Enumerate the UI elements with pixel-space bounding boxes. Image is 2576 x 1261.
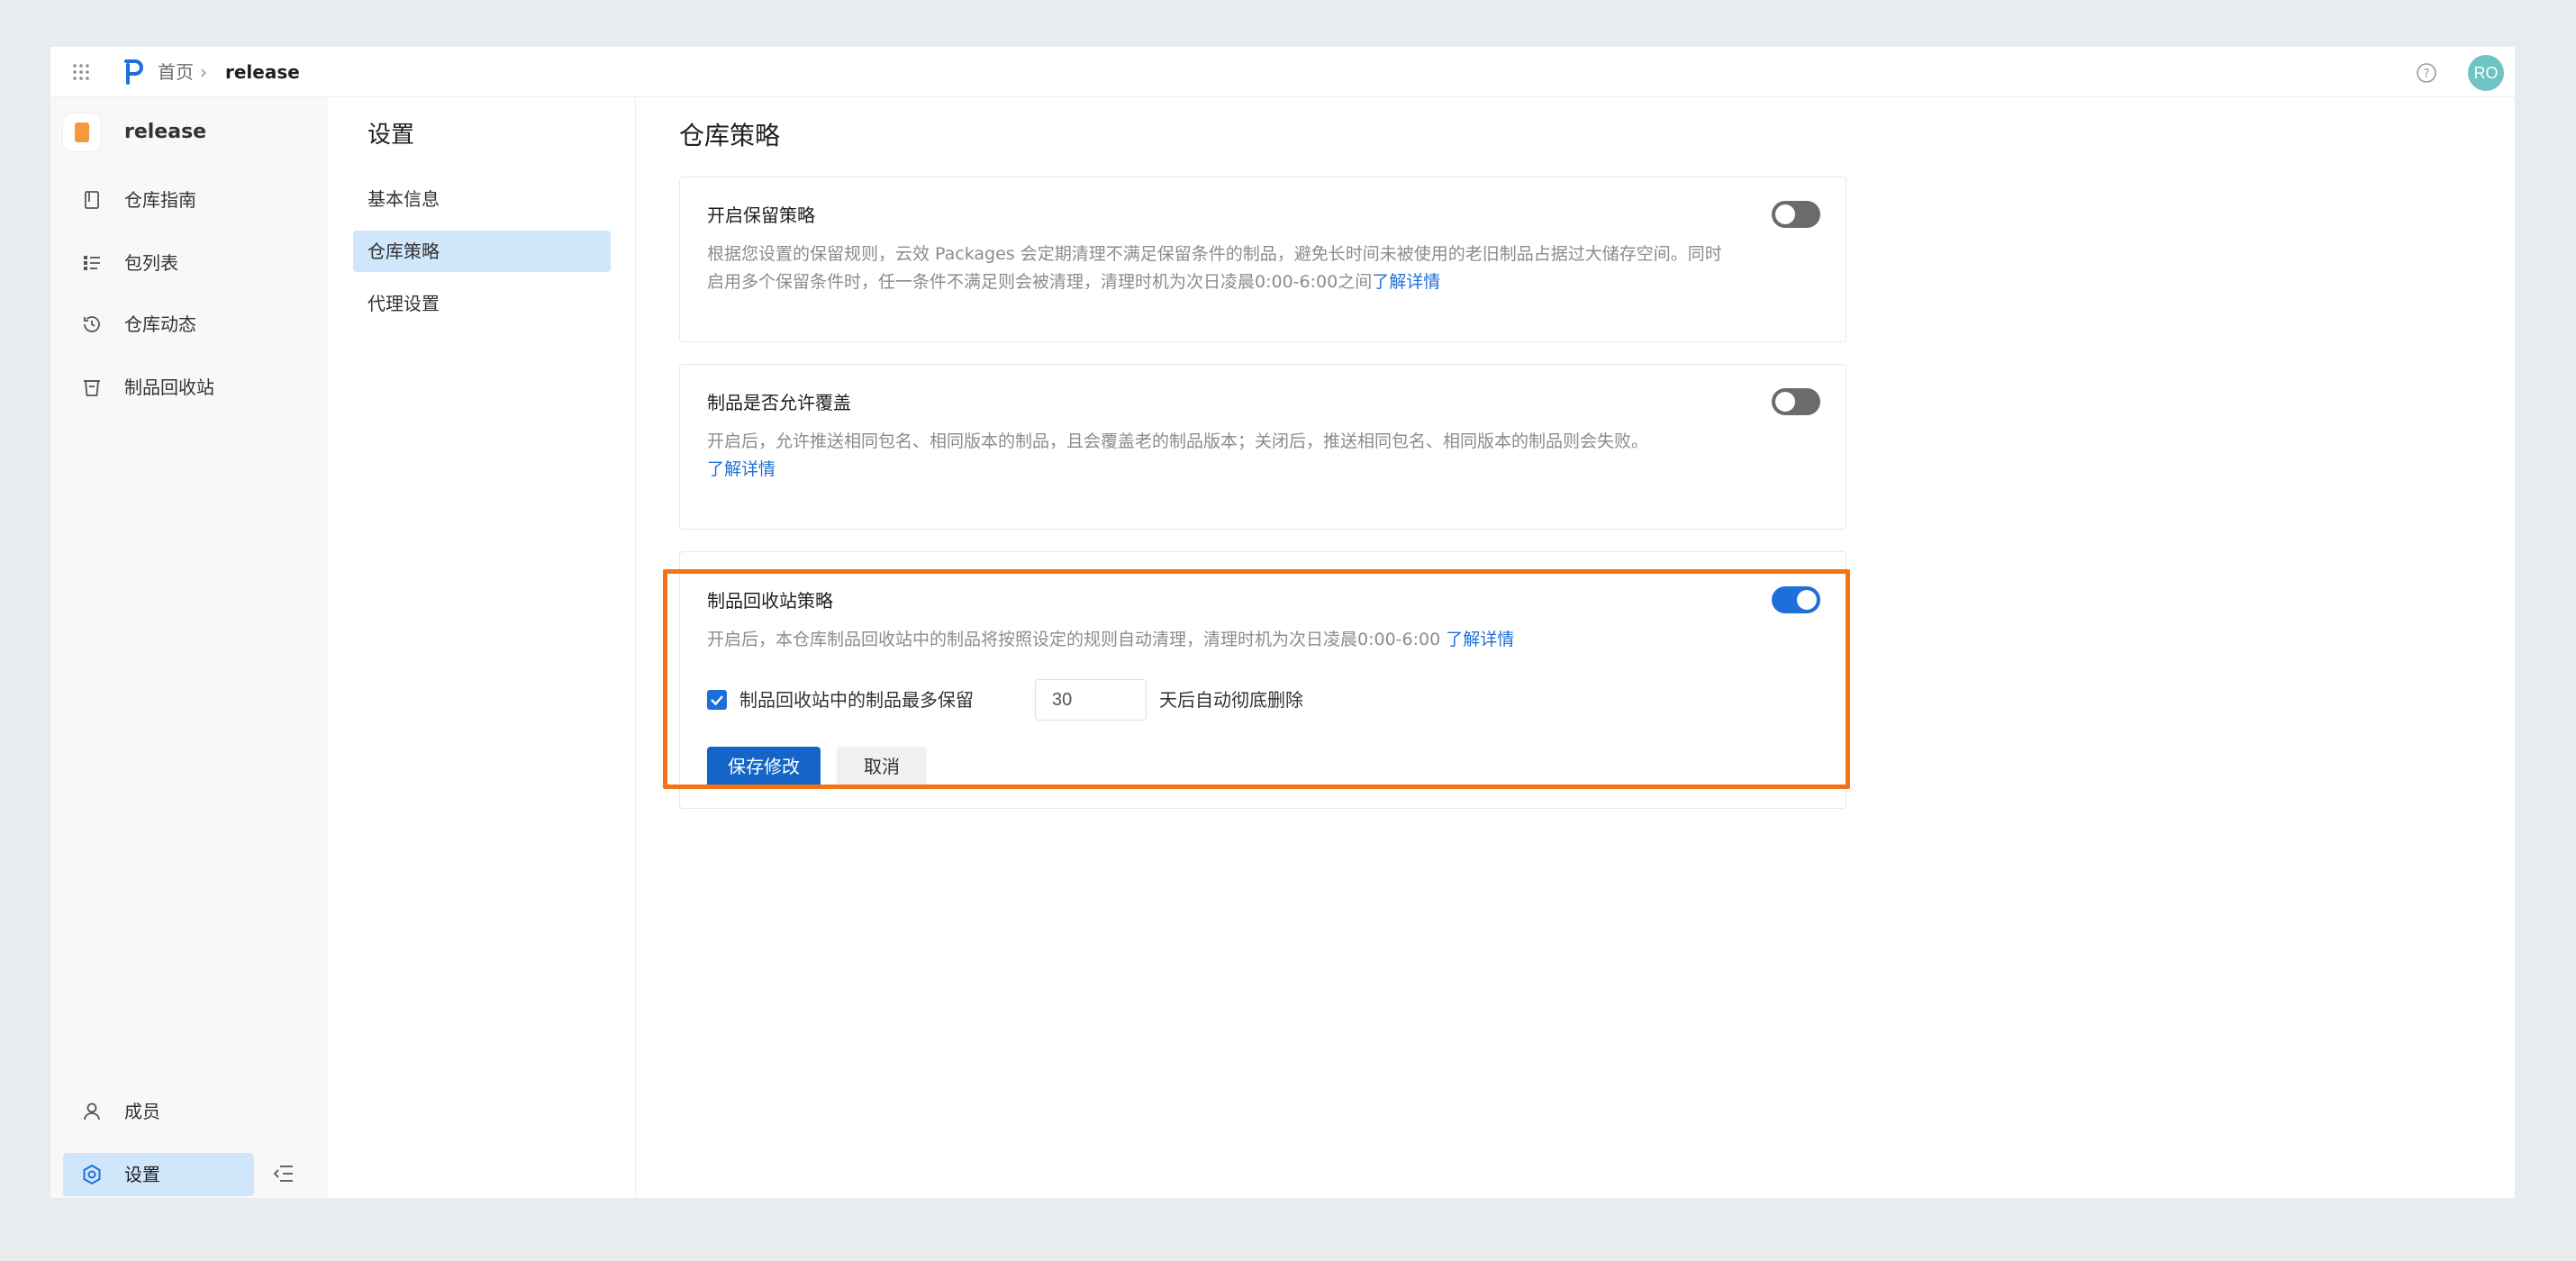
book-icon: [85, 191, 99, 209]
card-description-line: 开启后，本仓库制品回收站中的制品将按照设定的规则自动清理，清理时机为次日凌晨0:…: [707, 630, 1441, 649]
card-description: 开启后，本仓库制品回收站中的制品将按照设定的规则自动清理，清理时机为次日凌晨0:…: [707, 626, 1788, 654]
allow-overwrite-toggle[interactable]: [1772, 388, 1820, 415]
card-title: 制品是否允许覆盖: [707, 392, 851, 413]
recycle-bin-policy-card: 制品回收站策略 开启后，本仓库制品回收站中的制品将按照设定的规则自动清理，清理时…: [679, 551, 1846, 809]
retention-days-input[interactable]: [1035, 679, 1147, 721]
sidebar-item-guide[interactable]: 仓库指南: [63, 178, 308, 222]
repo-icon: [63, 113, 101, 151]
breadcrumb-current: release: [225, 61, 300, 83]
tab-basic-info[interactable]: 基本信息: [353, 178, 611, 220]
avatar[interactable]: RO: [2468, 55, 2504, 91]
collapse-sidebar-icon[interactable]: [272, 1162, 295, 1185]
card-description: 根据您设置的保留规则，云效 Packages 会定期清理不满足保留条件的制品，避…: [707, 240, 1788, 296]
settings-title: 设置: [367, 122, 415, 149]
tab-proxy-settings[interactable]: 代理设置: [353, 283, 611, 324]
sidebar-item-label: 包列表: [124, 252, 178, 274]
history-icon: [84, 316, 100, 332]
sidebar-item-recycle-bin[interactable]: 制品回收站: [63, 366, 308, 409]
page-title: 仓库策略: [679, 121, 781, 150]
breadcrumb-separator: ›: [200, 61, 207, 83]
sidebar-item-label: 仓库动态: [124, 313, 196, 335]
tab-label: 代理设置: [367, 293, 440, 314]
repo-name: release: [124, 121, 207, 143]
sidebar-item-label: 设置: [124, 1164, 160, 1185]
sidebar-item-label: 成员: [124, 1101, 160, 1122]
sidebar-item-label: 仓库指南: [124, 189, 196, 211]
user-icon: [84, 1102, 100, 1120]
retention-checkbox[interactable]: [707, 690, 727, 710]
card-description: 开启后，允许推送相同包名、相同版本的制品，且会覆盖老的制品版本；关闭后，推送相同…: [707, 428, 1788, 484]
retention-label: 制品回收站中的制品最多保留: [739, 689, 974, 711]
breadcrumb-home[interactable]: 首页: [158, 59, 194, 85]
svg-text:?: ?: [2424, 68, 2430, 81]
app-window: 首页 › release ? RO release 仓库指南 包列表 仓库动态: [50, 47, 2515, 1198]
tab-repo-policy[interactable]: 仓库策略: [353, 231, 611, 272]
recycle-bin-policy-toggle[interactable]: [1772, 586, 1820, 613]
logo-icon[interactable]: [122, 59, 144, 85]
card-description-line: 开启后，允许推送相同包名、相同版本的制品，且会覆盖老的制品版本；关闭后，推送相同…: [707, 431, 1649, 451]
card-description-line: 根据您设置的保留规则，云效 Packages 会定期清理不满足保留条件的制品，避…: [707, 244, 1722, 264]
check-icon: [711, 695, 723, 706]
card-title: 开启保留策略: [707, 204, 815, 226]
grid-apps-icon[interactable]: [70, 61, 92, 83]
learn-more-link[interactable]: 了解详情: [1372, 272, 1440, 292]
tab-label: 仓库策略: [367, 240, 440, 262]
card-description-line: 启用多个保留条件时，任一条件不满足则会被清理，清理时机为次日凌晨0:00-6:0…: [707, 272, 1373, 292]
tab-label: 基本信息: [367, 188, 440, 210]
save-button[interactable]: 保存修改: [707, 747, 821, 788]
sidebar-item-activity[interactable]: 仓库动态: [63, 303, 308, 346]
sidebar-item-packages[interactable]: 包列表: [63, 241, 308, 285]
top-bar: 首页 › release ? RO: [50, 47, 2515, 97]
cancel-button[interactable]: 取消: [837, 747, 927, 788]
retention-policy-card: 开启保留策略 根据您设置的保留规则，云效 Packages 会定期清理不满足保留…: [679, 177, 1846, 342]
allow-overwrite-card: 制品是否允许覆盖 开启后，允许推送相同包名、相同版本的制品，且会覆盖老的制品版本…: [679, 364, 1846, 530]
retention-policy-toggle[interactable]: [1772, 201, 1820, 228]
learn-more-link[interactable]: 了解详情: [1446, 630, 1514, 649]
sidebar-item-members[interactable]: 成员: [63, 1090, 308, 1133]
settings-icon: [83, 1164, 101, 1185]
retention-suffix-label: 天后自动彻底删除: [1159, 689, 1303, 711]
sidebar-item-label: 制品回收站: [124, 376, 214, 398]
card-title: 制品回收站策略: [707, 590, 833, 612]
trash-icon: [84, 380, 100, 396]
learn-more-link[interactable]: 了解详情: [707, 459, 776, 479]
sidebar-item-settings[interactable]: 设置: [63, 1153, 254, 1196]
list-icon: [84, 256, 100, 270]
help-icon[interactable]: ?: [2416, 62, 2437, 84]
